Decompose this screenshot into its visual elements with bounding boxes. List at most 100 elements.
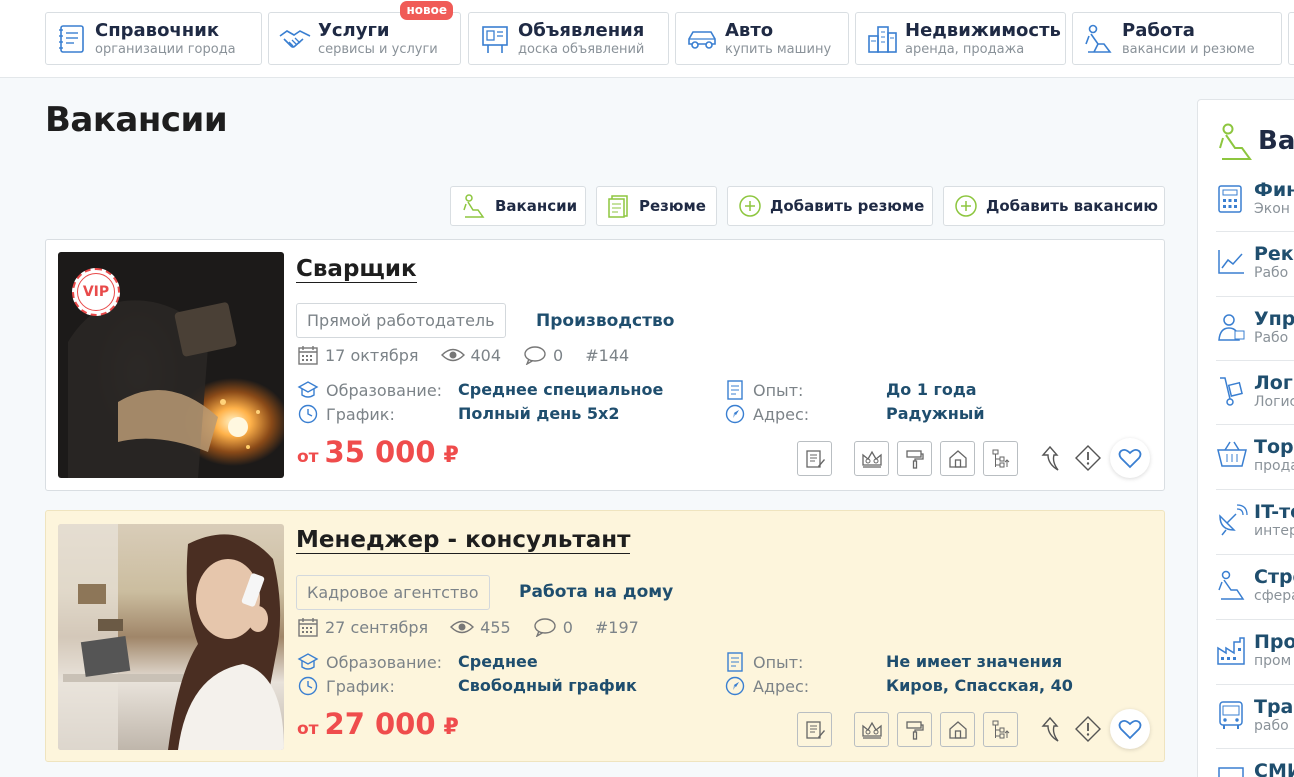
nav-subtitle: сервисы и услуги [318,41,438,57]
education-value: Среднее [458,652,538,671]
salary-from: от [297,719,319,739]
nav-more[interactable] [1288,12,1294,65]
nav-realty[interactable]: Недвижимость аренда, продажа [855,12,1066,65]
paint-button[interactable] [897,441,932,476]
eye-icon [450,620,475,634]
handshake-icon [279,29,311,48]
nav-subtitle: аренда, продажа [905,41,1025,57]
vacancy-title[interactable]: Менеджер - консультант [296,527,631,555]
experience-row: Опыт: [724,379,803,401]
employer-type-tag[interactable]: Прямой работодатель [296,303,506,338]
education-label: Образование: [326,380,443,400]
report-button[interactable] [1073,443,1103,473]
sidebar-title: Ва [1258,126,1294,156]
nav-title: Справочник [95,19,220,41]
vacancy-photo[interactable] [58,524,284,750]
edit-button[interactable] [797,712,832,747]
sidebar-item-it[interactable]: IT-те интер [1216,489,1294,553]
sidebar-item-finance[interactable]: Фин Экон [1216,168,1294,232]
nav-title: Работа [1122,19,1195,41]
resumes-button[interactable]: Резюме [596,186,717,226]
nav-classifieds[interactable]: Объявления доска объявлений [468,12,669,65]
worker-icon [463,194,485,218]
category-link[interactable]: Производство [536,311,674,331]
sidebar-item-management[interactable]: Упра Рабо [1216,296,1294,360]
hierarchy-icon [992,449,1009,467]
salary-value: 27 000 [324,707,436,741]
vacancy-title[interactable]: Сварщик [296,256,417,284]
views-count: 455 [480,617,511,637]
billboard-icon [482,25,508,53]
comments-count: 0 [562,617,573,637]
raise-button[interactable] [1037,443,1067,473]
sidebar-item-logistics[interactable]: Логи Логис [1216,360,1294,424]
add-vacancy-button[interactable]: Добавить вакансию [943,186,1165,226]
eye-icon [440,348,465,362]
sidebar-item-transport[interactable]: Тран рабо [1216,684,1294,748]
vacancies-label: Вакансии [495,197,578,215]
structure-button[interactable] [983,441,1018,476]
home-icon [948,720,967,739]
sidebar-item-label: IT-те [1254,501,1294,523]
nav-subtitle: купить машину [725,41,832,57]
favorite-button[interactable] [1110,438,1150,478]
experience-value: До 1 года [886,380,977,399]
office-worker-illustration [58,524,284,750]
sidebar-item-sub: пром [1254,653,1292,669]
sidebar-item-media[interactable]: СМИ [1216,748,1294,777]
sidebar-item-industry[interactable]: Про пром [1216,619,1294,683]
sidebar-item-sub: прода [1254,458,1294,474]
vacancy-photo[interactable]: VIP [58,252,284,478]
education-row: Образование: [297,651,442,673]
nav-title: Услуги [318,19,390,41]
sidebar-item-trade[interactable]: Торг прода [1216,424,1294,488]
schedule-row: График: [297,675,395,697]
paint-button[interactable] [897,712,932,747]
schedule-label: График: [326,676,395,696]
crown-button[interactable] [854,441,889,476]
category-link[interactable]: Работа на дому [519,582,673,602]
vacancy-meta: 17 октября 404 0 #144 [297,344,651,366]
experience-row: Опыт: [724,651,803,673]
nav-jobs[interactable]: Работа вакансии и резюме [1072,12,1282,65]
add-resume-button[interactable]: Добавить резюме [727,186,933,226]
home-button[interactable] [940,712,975,747]
heart-icon [1118,448,1142,469]
salary-from: от [297,447,319,467]
sidebar-item-advertising[interactable]: Рекл Рабо [1216,231,1294,295]
employer-type-tag[interactable]: Кадровое агентство [296,575,490,610]
vacancy-date: 27 сентября [325,617,429,637]
sidebar-item-construction[interactable]: Стро сфера [1216,554,1294,618]
nav-auto[interactable]: Авто купить машину [675,12,849,65]
vacancy-id: #144 [585,345,630,365]
vacancy-date: 17 октября [325,345,419,365]
edit-icon [805,720,825,739]
page-title: Вакансии [45,100,228,140]
vacancy-card: Менеджер - консультант Кадровое агентств… [45,510,1165,762]
curved-arrow-up-icon [1041,716,1059,742]
sidebar-item-label: Торг [1254,436,1294,458]
nav-services[interactable]: Услуги сервисы и услуги новое [268,1,461,65]
calendar-icon [298,618,318,637]
education-label: Образование: [326,652,443,672]
address-row: Адрес: [724,403,809,425]
favorite-button[interactable] [1110,709,1150,749]
comment-icon [533,618,556,637]
curved-arrow-up-icon [1041,445,1059,471]
sidebar-item-label: Тран [1254,696,1294,718]
report-button[interactable] [1073,714,1103,744]
nav-directory[interactable]: Справочник организации города [45,12,262,65]
experience-value: Не имеет значения [886,652,1063,671]
sidebar-item-sub: интер [1254,523,1294,539]
address-value: Киров, Спасская, 40 [886,676,1073,695]
paint-roller-icon [905,720,924,740]
calendar-icon [298,346,318,365]
vacancies-button[interactable]: Вакансии [450,186,586,226]
structure-button[interactable] [983,712,1018,747]
sidebar-item-label: Упра [1254,308,1294,330]
home-button[interactable] [940,441,975,476]
crown-button[interactable] [854,712,889,747]
edit-button[interactable] [797,441,832,476]
currency-symbol: ₽ [443,443,459,468]
raise-button[interactable] [1037,714,1067,744]
